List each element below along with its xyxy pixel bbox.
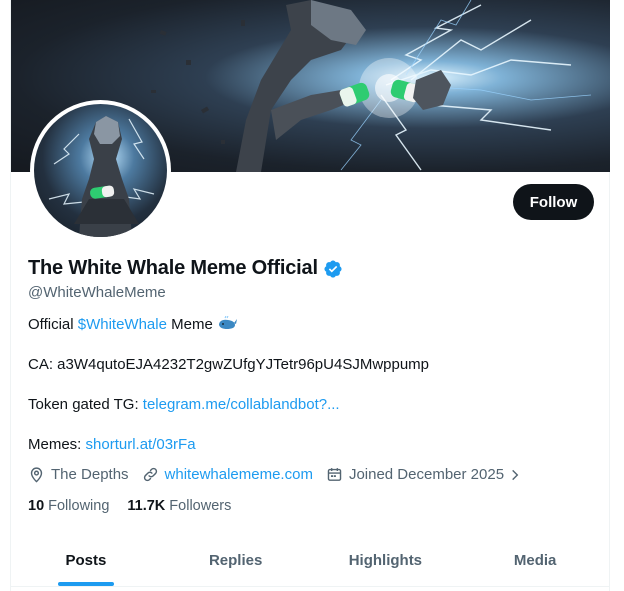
verified-badge-icon[interactable] <box>323 259 343 279</box>
profile-joined[interactable]: Joined December 2025 <box>326 466 522 483</box>
active-tab-indicator <box>57 582 114 586</box>
profile-website[interactable]: whitewhalememe.com <box>142 466 313 483</box>
profile-tabs: Posts Replies Highlights Media <box>11 534 610 587</box>
followers-count: 11.7K <box>127 498 166 514</box>
tab-media-label: Media <box>513 551 557 569</box>
profile-name-row: The White Whale Meme Official <box>28 257 343 280</box>
tab-replies-label: Replies <box>208 551 263 569</box>
profile-counts: 10 Following 11.7K Followers <box>28 498 249 514</box>
bio-token-label: Token gated TG: <box>28 396 143 413</box>
website-link[interactable]: whitewhalememe.com <box>165 466 313 483</box>
link-icon <box>143 467 157 482</box>
tab-posts-label: Posts <box>65 551 107 569</box>
followers-count-link[interactable]: 11.7K Followers <box>127 498 231 514</box>
bio-line-memes: Memes: shorturl.at/03rFa <box>28 436 196 453</box>
bio-line-official: Official $WhiteWhale Meme <box>28 315 237 336</box>
bio-memes-link[interactable]: shorturl.at/03rFa <box>86 436 196 453</box>
bio-prefix: Official <box>28 316 78 333</box>
tab-highlights-label: Highlights <box>348 551 423 569</box>
following-count-link[interactable]: 10 Following <box>28 498 109 514</box>
following-label: Following <box>48 498 110 514</box>
profile-handle: @WhiteWhaleMeme <box>28 284 166 301</box>
profile-avatar[interactable] <box>30 100 171 241</box>
joined-text: Joined December 2025 <box>348 466 505 483</box>
profile-panel: Follow The White Whale Meme Official @Wh… <box>10 0 610 591</box>
chevron-right-icon[interactable] <box>508 468 522 482</box>
location-text: The Depths <box>51 466 129 483</box>
avatar-artwork <box>48 116 155 237</box>
tab-highlights[interactable]: Highlights <box>311 534 461 586</box>
profile-display-name: The White Whale Meme Official <box>28 257 318 279</box>
whale-emoji-icon <box>217 315 237 336</box>
location-pin-icon <box>30 467 43 483</box>
follow-button[interactable]: Follow <box>513 184 594 220</box>
bio-line-token: Token gated TG: telegram.me/collablandbo… <box>28 396 340 413</box>
followers-label: Followers <box>169 498 232 514</box>
profile-meta-row: The Depths whitewhalememe.com Joined Dec… <box>28 466 535 483</box>
tab-media[interactable]: Media <box>460 534 610 586</box>
bio-memes-label: Memes: <box>28 436 86 453</box>
calendar-icon <box>327 468 342 481</box>
bio-suffix: Meme <box>166 316 213 333</box>
following-count: 10 <box>28 498 45 514</box>
tab-replies[interactable]: Replies <box>161 534 311 586</box>
tab-posts[interactable]: Posts <box>11 534 161 586</box>
bio-cashtag-link[interactable]: $WhiteWhale <box>78 316 167 333</box>
bio-contract-address: CA: a3W4qutoEJA4232T2gwZUfgYJTetr96pU4SJ… <box>28 356 430 373</box>
profile-location: The Depths <box>28 466 129 483</box>
bio-telegram-link[interactable]: telegram.me/collablandbot?... <box>143 396 340 413</box>
